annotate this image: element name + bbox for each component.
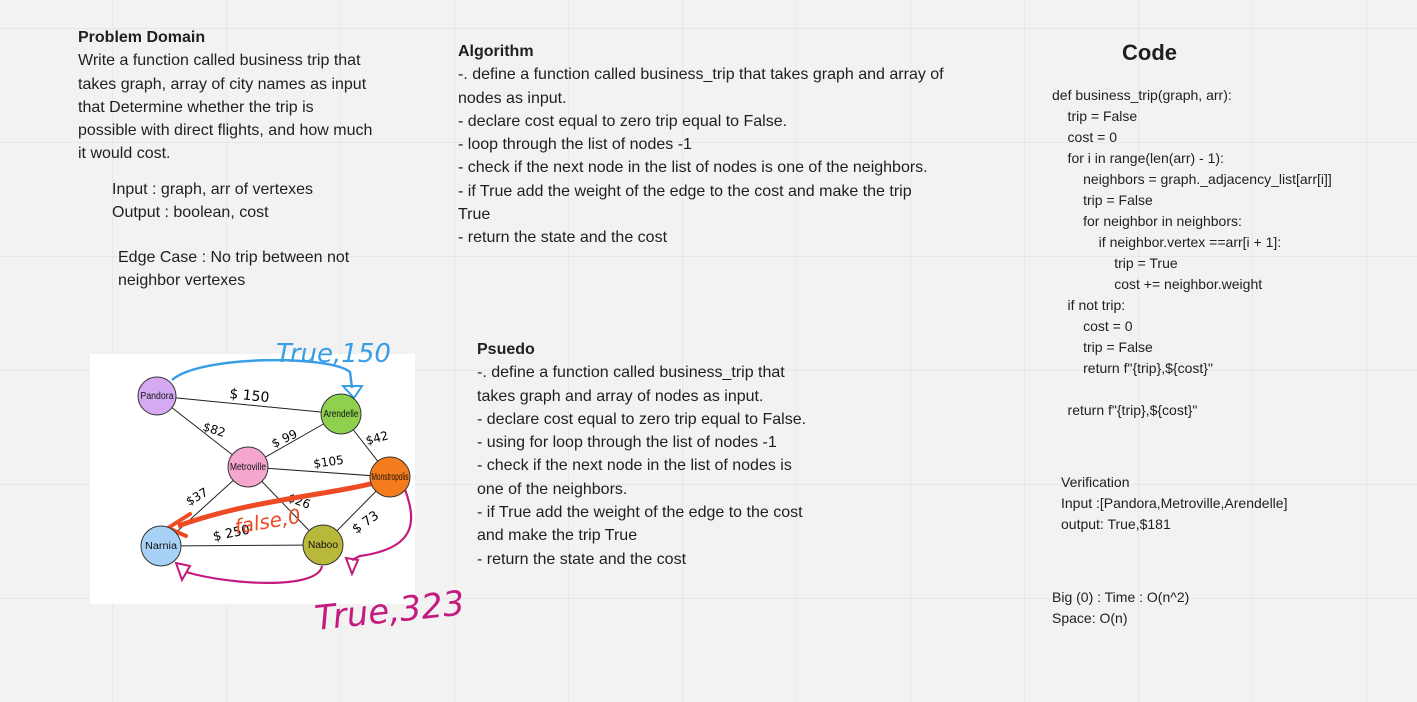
magenta-arrowhead-naboo bbox=[344, 556, 360, 577]
node-narnia: Narnia bbox=[140, 525, 182, 567]
annotation-true-150: True,150 bbox=[276, 339, 391, 369]
node-metroville: Metroville bbox=[227, 446, 269, 488]
node-label-naboo: Naboo bbox=[308, 540, 338, 551]
node-naboo: Naboo bbox=[302, 524, 344, 566]
graph-diagram: $ 150 $82 $ 99 $42 $105 $37 $26 $ 250 $ … bbox=[137, 339, 467, 639]
annotation-true-323: True,323 bbox=[313, 583, 467, 638]
edge-label-metroville-arendelle: $ 99 bbox=[269, 427, 299, 451]
magenta-arrowhead-narnia bbox=[174, 561, 192, 583]
edge-label-arendelle-monstropolis: $42 bbox=[364, 428, 390, 447]
node-monstropolis: Monstropolis bbox=[369, 456, 411, 498]
node-label-metroville: Metroville bbox=[230, 462, 266, 473]
magenta-path-arrow-2 bbox=[185, 565, 324, 584]
edge-label-pandora-metroville: $82 bbox=[201, 420, 227, 440]
edge-narnia-naboo bbox=[160, 544, 324, 547]
node-label-narnia: Narnia bbox=[145, 541, 177, 552]
node-label-arendelle: Arendelle bbox=[324, 409, 359, 420]
node-arendelle: Arendelle bbox=[320, 393, 362, 435]
node-label-pandora: Pandora bbox=[141, 391, 174, 402]
node-label-monstropolis: Monstropolis bbox=[372, 472, 409, 483]
node-pandora: Pandora bbox=[137, 376, 177, 416]
edge-label-metroville-monstropolis: $105 bbox=[312, 453, 344, 471]
